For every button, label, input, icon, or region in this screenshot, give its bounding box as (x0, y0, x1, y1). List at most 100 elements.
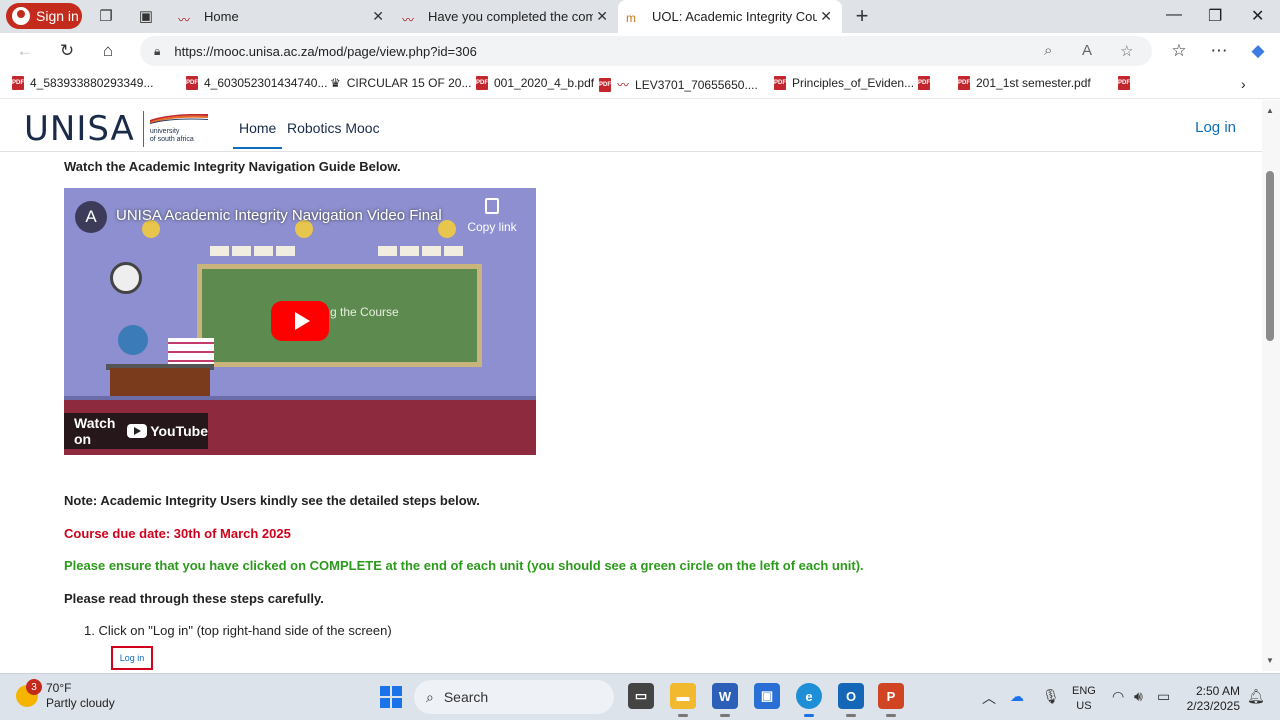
page-scrollbar[interactable]: ▲ ▼ (1262, 100, 1280, 671)
close-tab-icon[interactable]: ✕ (820, 8, 832, 25)
copy-link-label: Copy link (467, 220, 517, 234)
task-view-icon[interactable]: ▭ (628, 683, 654, 709)
edge-icon[interactable]: e (796, 683, 822, 717)
copy-link-button[interactable]: Copy link (466, 198, 518, 234)
bookmark-item[interactable]: PDF (1118, 76, 1130, 90)
more-menu-icon[interactable]: ⋯ (1208, 40, 1230, 62)
scroll-down-arrow-icon[interactable]: ▼ (1266, 656, 1274, 665)
bookmark-item[interactable]: PDF 001_2020_4_b.pdf (476, 76, 594, 90)
logo-subtitle: university of south africa (149, 114, 208, 144)
tab-actions-icon[interactable]: ▣ (136, 6, 156, 26)
start-button[interactable] (380, 686, 402, 708)
tab-label: Have you completed the compuls (428, 9, 593, 24)
youtube-play-icon (127, 424, 148, 438)
wall-plaques (378, 246, 463, 256)
read-steps-heading: Please read through these steps carefull… (64, 591, 324, 606)
favorite-star-icon[interactable]: ☆ (1120, 42, 1133, 60)
pdf-icon: PDF (599, 77, 611, 92)
read-aloud-icon[interactable]: A (1082, 42, 1092, 59)
channel-avatar[interactable]: A (75, 201, 107, 233)
sign-in-button[interactable]: Sign in (6, 3, 82, 29)
youtube-wordmark: YouTube (150, 423, 208, 439)
nav-robotics-mooc[interactable]: Robotics Mooc (287, 120, 380, 136)
notifications-icon[interactable]: 🔔︎ (1247, 688, 1265, 705)
language-code: ENG (1072, 685, 1096, 697)
bookmarks-more-chevron-icon[interactable]: › (1241, 76, 1246, 92)
header-login-link[interactable]: Log in (1195, 119, 1236, 136)
scrollbar-thumb[interactable] (1266, 171, 1274, 341)
bookmark-item[interactable]: PDF (918, 76, 930, 90)
site-header: UNISA university of south africa Home Ro… (0, 100, 1262, 152)
youtube-video-embed[interactable]: g the Course A UNISA Academic Integrity … (64, 188, 536, 455)
video-heading: Watch the Academic Integrity Navigation … (64, 159, 401, 174)
powerpoint-icon[interactable]: P (878, 683, 904, 717)
language-indicator[interactable]: ENG US (1072, 684, 1096, 714)
books-stack (168, 338, 214, 366)
weather-sun-icon: 3 (16, 679, 42, 707)
clock-time: 2:50 AM (1195, 684, 1240, 698)
site-info-icon[interactable]: 🔒︎ (154, 44, 160, 59)
system-clock[interactable]: 2:50 AM 2/23/2025 (1182, 684, 1240, 714)
due-date-text: Course due date: 30th of March 2025 (64, 526, 291, 541)
volume-icon[interactable]: 🔊︎ (1134, 688, 1143, 705)
close-tab-icon[interactable]: ✕ (372, 8, 384, 25)
wifi-icon[interactable]: ◠ (1112, 688, 1124, 705)
copilot-icon[interactable]: ◆ (1247, 40, 1269, 62)
back-icon[interactable]: ← (14, 40, 36, 62)
bookmark-item[interactable]: PDF 4_583933880293349... (12, 76, 153, 90)
unisa-logo[interactable]: UNISA university of south africa (24, 109, 208, 149)
bookmark-item[interactable]: PDF 〰 LEV3701_70655650.... (599, 76, 758, 93)
new-tab-button[interactable]: + (852, 3, 872, 28)
show-hidden-icons-chevron-icon[interactable]: ︿ (982, 688, 996, 708)
weather-widget[interactable]: 3 70°F Partly cloudy (16, 679, 115, 711)
bookmark-label: 001_2020_4_b.pdf (494, 76, 595, 90)
tab-completed-compulsory[interactable]: 〰 Have you completed the compuls ✕ (394, 0, 618, 33)
favorites-icon[interactable]: ☆ (1168, 40, 1190, 62)
bookmark-item[interactable]: PDF 4_603052301434740... (186, 76, 327, 90)
word-icon[interactable]: W (712, 683, 738, 717)
refresh-icon[interactable]: ↻ (56, 40, 78, 62)
battery-icon[interactable]: ▭ (1157, 688, 1170, 705)
onedrive-icon[interactable]: ☁ (1010, 688, 1024, 705)
temperature: 70°F (46, 681, 72, 695)
outlook-icon[interactable]: O (838, 683, 864, 717)
microphone-icon[interactable]: 🎙︎ (1042, 688, 1060, 705)
tab-home[interactable]: 〰 Home ✕ (170, 0, 394, 33)
bookmark-label: 201_1st semester.pdf (976, 76, 1091, 90)
close-window-icon[interactable]: ✕ (1251, 6, 1264, 26)
watch-on-youtube-button[interactable]: Watch on YouTube (64, 413, 208, 449)
zoom-icon[interactable]: ⌕ (1044, 42, 1052, 59)
pdf-icon: PDF (1118, 76, 1130, 90)
coat-of-arms-icon: ♛ (330, 76, 341, 90)
bookmark-item[interactable]: ♛ CIRCULAR 15 OF 20... (330, 76, 471, 90)
play-button[interactable] (271, 301, 329, 341)
scroll-up-arrow-icon[interactable]: ▲ (1266, 106, 1274, 115)
bookmark-label: Principles_of_Eviden... (792, 76, 915, 90)
address-bar[interactable]: 🔒︎ https://mooc.unisa.ac.za/mod/page/vie… (140, 36, 1152, 66)
youtube-logo: YouTube (127, 423, 208, 439)
taskbar-search[interactable]: ⌕ Search (414, 680, 614, 714)
nav-home[interactable]: Home (233, 120, 283, 149)
tab-academic-integrity[interactable]: m UOL: Academic Integrity Course S ✕ (618, 0, 842, 33)
site-favicon-icon: 〰 (402, 12, 415, 27)
video-title[interactable]: UNISA Academic Integrity Navigation Vide… (116, 207, 442, 224)
logo-sub-line: of south africa (149, 136, 194, 143)
site-favicon-icon: 〰 (178, 12, 191, 27)
workspaces-icon[interactable]: ❐ (96, 6, 116, 26)
store-icon[interactable]: ▣ (754, 683, 780, 709)
logo-sub-line: university (149, 128, 180, 135)
pdf-icon: PDF (476, 76, 488, 90)
wall-clock-icon (110, 262, 142, 294)
bookmark-item[interactable]: PDF Principles_of_Eviden... (774, 76, 914, 90)
login-screenshot-image: Log in (111, 646, 153, 670)
moodle-favicon-icon: m (626, 10, 636, 25)
close-tab-icon[interactable]: ✕ (596, 8, 608, 25)
wall-plaques (210, 246, 295, 256)
home-icon[interactable]: ⌂ (97, 40, 119, 62)
file-explorer-icon[interactable]: ▬ (670, 683, 696, 717)
bookmark-item[interactable]: PDF 201_1st semester.pdf (958, 76, 1091, 90)
minimize-icon[interactable]: — (1166, 6, 1182, 24)
pdf-icon: PDF (958, 76, 970, 90)
region-code: US (1076, 700, 1092, 712)
restore-icon[interactable]: ❐ (1208, 6, 1222, 26)
